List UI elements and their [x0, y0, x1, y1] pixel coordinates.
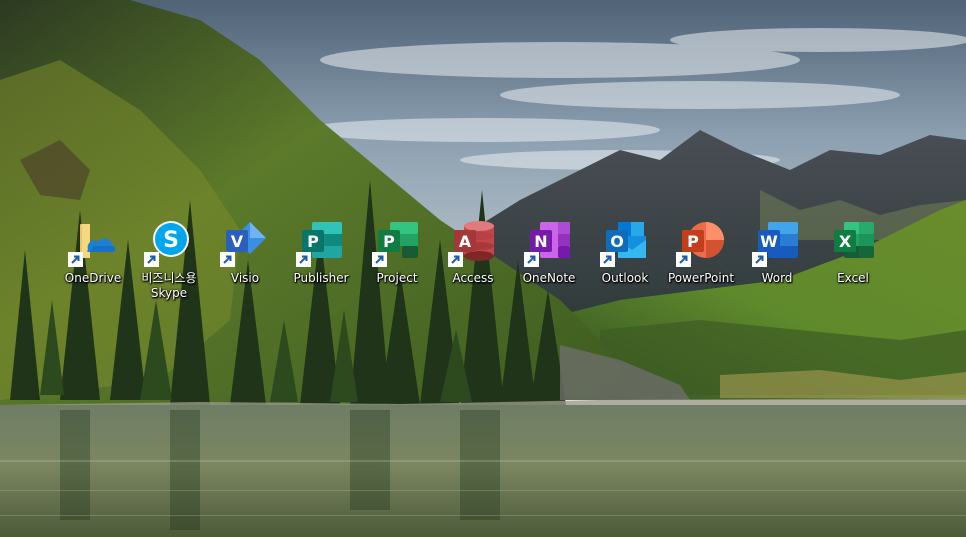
shortcut-arrow-icon	[676, 252, 691, 267]
svg-text:N: N	[534, 232, 547, 251]
desktop-icon-word[interactable]: W Word	[739, 218, 815, 308]
desktop-icon-label: OneDrive	[64, 271, 122, 285]
desktop-icon-label: Publisher	[293, 271, 349, 285]
shortcut-arrow-icon	[752, 252, 767, 267]
svg-text:W: W	[760, 232, 778, 251]
desktop-icon-label: OneNote	[522, 271, 576, 285]
desktop-icon-publisher[interactable]: P Publisher	[283, 218, 359, 308]
desktop-icon-label: Visio	[230, 271, 260, 285]
outlook-icon: O	[600, 222, 646, 267]
shortcut-arrow-icon	[372, 252, 387, 267]
shortcut-arrow-icon	[600, 252, 615, 267]
svg-text:P: P	[383, 232, 395, 251]
desktop-icon-access[interactable]: A Access	[435, 218, 511, 308]
shortcut-arrow-icon	[448, 252, 463, 267]
desktop-icon-visio[interactable]: V Visio	[207, 218, 283, 308]
access-icon: A	[448, 221, 494, 267]
desktop-icon-onenote[interactable]: N OneNote	[511, 218, 587, 308]
visio-icon: V	[220, 222, 266, 267]
desktop-icon-excel[interactable]: X Excel	[815, 218, 891, 308]
desktop-icon-label: Access	[452, 271, 494, 285]
project-icon: P	[372, 222, 418, 267]
desktop-icon-outlook[interactable]: O Outlook	[587, 218, 663, 308]
desktop-icon-label: Project	[376, 271, 418, 285]
svg-text:V: V	[231, 232, 244, 251]
word-icon: W	[752, 222, 798, 267]
desktop-icon-label: 비즈니스용 Skype	[141, 271, 197, 300]
publisher-icon: P	[296, 222, 342, 267]
svg-text:S: S	[163, 228, 179, 253]
desktop-icon-area: OneDrive S 비즈니스용 Skype V Visio P Publish…	[55, 218, 895, 308]
desktop-icon-label: PowerPoint	[667, 271, 735, 285]
shortcut-arrow-icon	[144, 252, 159, 267]
svg-text:X: X	[839, 232, 852, 251]
desktop-icon-label: Word	[761, 271, 793, 285]
shortcut-arrow-icon	[220, 252, 235, 267]
svg-text:A: A	[459, 232, 472, 251]
svg-text:O: O	[610, 232, 624, 251]
svg-text:P: P	[307, 232, 319, 251]
desktop-icon-label: Outlook	[601, 271, 649, 285]
desktop-icon-skype[interactable]: S 비즈니스용 Skype	[131, 218, 207, 308]
powerpoint-icon: P	[676, 222, 724, 267]
shortcut-arrow-icon	[296, 252, 311, 267]
desktop-icon-onedrive[interactable]: OneDrive	[55, 218, 131, 308]
shortcut-arrow-icon	[524, 252, 539, 267]
onedrive-icon	[68, 224, 116, 267]
onenote-icon: N	[524, 222, 570, 267]
desktop-icon-powerpoint[interactable]: P PowerPoint	[663, 218, 739, 308]
skype-icon: S	[144, 221, 189, 267]
shortcut-arrow-icon	[68, 252, 83, 267]
svg-text:P: P	[687, 232, 699, 251]
excel-icon: X	[834, 222, 874, 258]
desktop-icon-label: Excel	[837, 271, 869, 285]
desktop-icon-project[interactable]: P Project	[359, 218, 435, 308]
